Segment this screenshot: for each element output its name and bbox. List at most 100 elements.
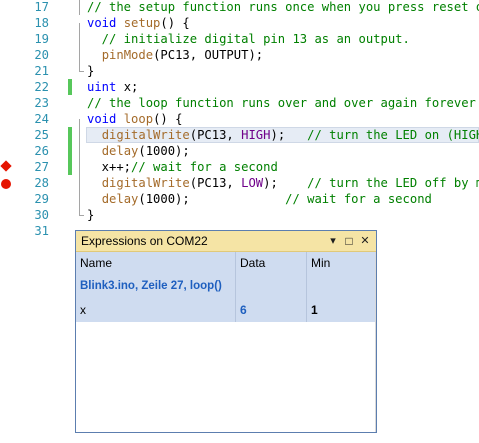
code-line[interactable]: 30} [0, 207, 479, 223]
expressions-title: Expressions on COM22 [81, 234, 208, 248]
context-min-cell [307, 274, 376, 298]
code-text: uint x; [87, 79, 138, 95]
change-marker [68, 127, 72, 143]
code-text: // initialize digital pin 13 as an outpu… [87, 31, 410, 47]
line-number: 26 [34, 144, 49, 158]
line-number: 28 [34, 176, 49, 190]
code-token: (PC13, [189, 176, 242, 190]
fold-guide [76, 63, 85, 79]
line-number: 19 [34, 32, 49, 46]
code-line[interactable]: 18 void setup() { [0, 15, 479, 31]
fold-guide [76, 127, 85, 143]
code-text: delay(1000); // wait for a second [87, 191, 432, 207]
code-line[interactable]: 21} [0, 63, 479, 79]
code-text: delay(1000); [87, 143, 190, 159]
code-token: // wait for a second [285, 192, 432, 206]
fold-guide [76, 15, 85, 31]
line-number: 27 [34, 160, 49, 174]
line-number: 23 [34, 96, 49, 110]
code-token: uint [87, 80, 117, 94]
code-token: (PC13, [189, 128, 242, 142]
code-token: () { [153, 112, 183, 126]
code-text: void loop() { [87, 111, 182, 127]
code-text: } [87, 207, 94, 223]
code-token: digitalWrite [101, 176, 190, 190]
code-token: HIGH [241, 128, 271, 142]
column-header-min[interactable]: Min [307, 252, 376, 274]
maximize-icon[interactable]: □ [342, 234, 356, 248]
code-token: // turn the LED off by mak [307, 176, 479, 190]
context-data-cell [236, 274, 307, 298]
code-line[interactable]: 26 delay(1000); [0, 143, 479, 159]
code-text: // the setup function runs once when you… [87, 0, 479, 15]
line-number: 17 [34, 0, 49, 14]
code-line[interactable]: 24 void loop() { [0, 111, 479, 127]
line-number: 25 [34, 128, 49, 142]
line-number: 31 [34, 224, 49, 238]
conditional-breakpoint-icon[interactable] [0, 160, 12, 172]
fold-guide [76, 47, 85, 63]
code-line[interactable]: 19 // initialize digital pin 13 as an ou… [0, 31, 479, 47]
code-token: (1000); [138, 192, 286, 206]
code-line[interactable]: 20 pinMode(PC13, OUTPUT); [0, 47, 479, 63]
code-text: // the loop function runs over and over … [87, 95, 476, 111]
code-line[interactable]: 29 delay(1000); // wait for a second [0, 191, 479, 207]
line-number: 21 [34, 64, 49, 78]
code-token: ); [270, 128, 308, 142]
close-icon[interactable]: ✕ [358, 234, 372, 248]
fold-guide [76, 31, 85, 47]
code-token: // initialize digital pin 13 as an outpu… [87, 32, 410, 46]
fold-guide [76, 143, 85, 159]
code-line[interactable]: 28 digitalWrite(PC13, LOW); // turn the … [0, 175, 479, 191]
vertical-divider [375, 252, 376, 432]
code-token: x++; [87, 160, 132, 174]
line-number: 20 [34, 48, 49, 62]
code-text: } [87, 63, 94, 79]
code-token: pinMode [101, 48, 154, 62]
code-token: x; [116, 80, 139, 94]
code-token: } [87, 64, 95, 78]
expression-data: 6 [236, 298, 307, 322]
window-dropdown-icon[interactable]: ▾ [326, 234, 340, 248]
line-number: 30 [34, 208, 49, 222]
code-text: digitalWrite(PC13, HIGH); // turn the LE… [87, 127, 479, 143]
fold-guide [76, 159, 85, 175]
code-token: // turn the LED on (HIGH i [307, 128, 479, 142]
column-header-name[interactable]: Name [76, 252, 236, 274]
code-line[interactable]: 23 // the loop function runs over and ove… [0, 95, 479, 111]
context-label: Blink3.ino, Zeile 27, loop() [76, 274, 236, 298]
code-text: pinMode(PC13, OUTPUT); [87, 47, 263, 63]
change-marker [68, 143, 72, 159]
column-header-data[interactable]: Data [236, 252, 307, 274]
fold-guide [76, 207, 85, 223]
code-token: () { [160, 16, 190, 30]
code-line[interactable]: 17 // the setup function runs once when y… [0, 0, 479, 15]
table-row[interactable]: x 6 1 [76, 298, 376, 322]
code-token: digitalWrite [101, 128, 190, 142]
fold-guide [76, 0, 85, 15]
code-line[interactable]: 25 digitalWrite(PC13, HIGH); // turn the… [0, 127, 479, 143]
code-text: digitalWrite(PC13, LOW); // turn the LED… [87, 175, 479, 191]
code-token: delay [101, 192, 139, 206]
code-token: loop [123, 112, 154, 126]
line-number: 22 [34, 80, 49, 94]
code-token: void [87, 16, 117, 30]
code-token: } [87, 208, 95, 222]
context-row[interactable]: Blink3.ino, Zeile 27, loop() [76, 274, 376, 298]
fold-guide [76, 111, 85, 127]
expression-min: 1 [307, 298, 376, 322]
expressions-window[interactable]: Expressions on COM22 ▾ □ ✕ Name Data Min… [75, 230, 377, 433]
expressions-title-bar[interactable]: Expressions on COM22 ▾ □ ✕ [76, 231, 376, 252]
code-token: // the loop function runs over and over … [87, 96, 476, 110]
change-marker [68, 159, 72, 175]
code-text: void setup() { [87, 15, 190, 31]
breakpoint-icon[interactable] [1, 179, 11, 189]
code-line[interactable]: 27 x++;// wait for a second [0, 159, 479, 175]
code-line[interactable]: 22 uint x; [0, 79, 479, 95]
code-token: setup [123, 16, 161, 30]
